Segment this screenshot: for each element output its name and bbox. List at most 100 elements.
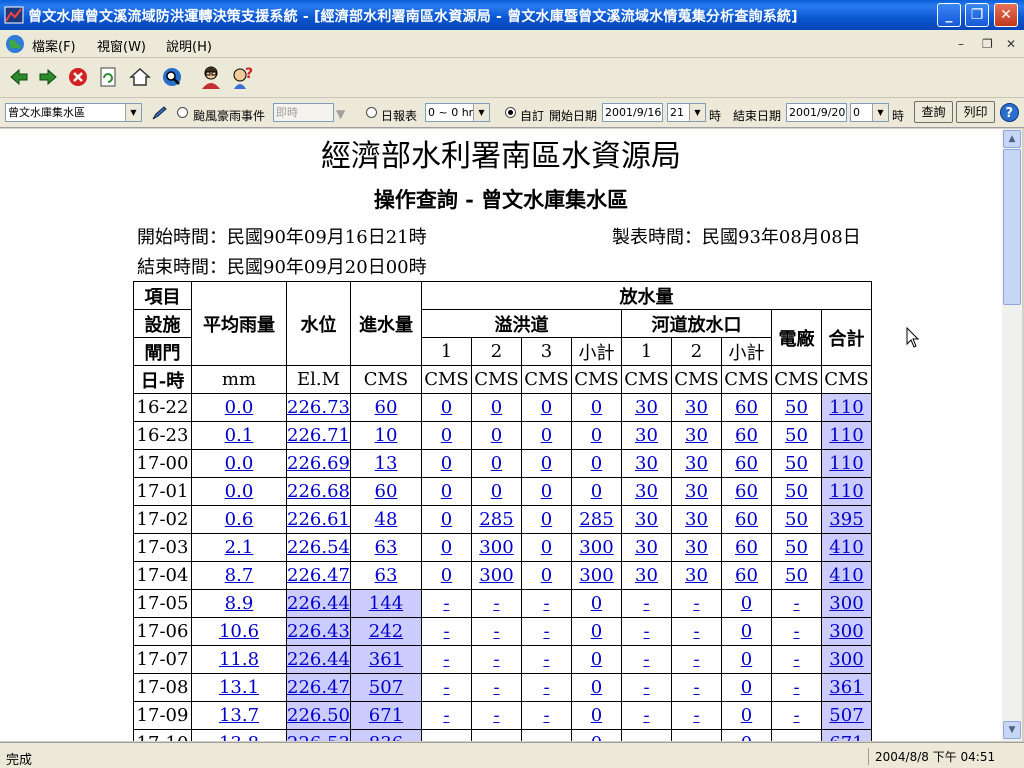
cell-link[interactable]: 0: [541, 453, 552, 474]
cell-link[interactable]: 361: [829, 677, 863, 698]
cell-link[interactable]: 60: [735, 453, 758, 474]
cell-link[interactable]: 50: [785, 425, 808, 446]
cell-link[interactable]: 0: [441, 397, 452, 418]
cell-link[interactable]: -: [693, 593, 699, 614]
cell-link[interactable]: 242: [369, 621, 403, 642]
cell-link[interactable]: 60: [735, 481, 758, 502]
user-button[interactable]: [196, 62, 226, 92]
cell-link[interactable]: 60: [375, 481, 398, 502]
cell-link[interactable]: 300: [579, 565, 613, 586]
cell-link[interactable]: -: [693, 649, 699, 670]
cell-link[interactable]: 0: [591, 425, 602, 446]
vertical-scrollbar[interactable]: ▲ ▼: [1002, 129, 1022, 741]
cell-link[interactable]: 0: [741, 733, 752, 741]
cell-link[interactable]: 0.1: [225, 425, 254, 446]
cell-link[interactable]: 10.6: [219, 621, 259, 642]
cell-link[interactable]: 0: [541, 425, 552, 446]
cell-link[interactable]: -: [443, 733, 449, 741]
cell-link[interactable]: -: [443, 705, 449, 726]
cell-link[interactable]: 30: [685, 397, 708, 418]
cell-link[interactable]: 226.54: [287, 537, 350, 558]
help-button[interactable]: ?: [228, 62, 258, 92]
mdi-minimize-button[interactable]: –: [958, 37, 964, 51]
cell-link[interactable]: 50: [785, 397, 808, 418]
cell-link[interactable]: 50: [785, 509, 808, 530]
cell-link[interactable]: 226.47: [287, 677, 350, 698]
cell-link[interactable]: 0: [591, 481, 602, 502]
cell-link[interactable]: 410: [829, 537, 863, 558]
end-date-input[interactable]: 2001/9/20: [786, 103, 847, 122]
cell-link[interactable]: 8.7: [225, 565, 254, 586]
cell-link[interactable]: 30: [685, 453, 708, 474]
cell-link[interactable]: 226.44: [287, 649, 350, 670]
cell-link[interactable]: -: [543, 733, 549, 741]
cell-link[interactable]: 63: [375, 565, 398, 586]
end-hour-select[interactable]: 0 ▼: [850, 103, 889, 122]
cell-link[interactable]: 8.9: [225, 593, 254, 614]
cell-link[interactable]: 30: [685, 425, 708, 446]
cell-link[interactable]: 13.7: [219, 705, 259, 726]
cell-link[interactable]: -: [643, 705, 649, 726]
cell-link[interactable]: 30: [635, 397, 658, 418]
cell-link[interactable]: 60: [735, 509, 758, 530]
cell-link[interactable]: 0: [441, 509, 452, 530]
cell-link[interactable]: -: [493, 705, 499, 726]
area-select[interactable]: 曾文水庫集水區 ▼: [5, 103, 142, 122]
cell-link[interactable]: -: [793, 705, 799, 726]
cell-link[interactable]: 50: [785, 453, 808, 474]
cell-link[interactable]: 0: [741, 677, 752, 698]
cell-link[interactable]: 60: [375, 397, 398, 418]
cell-link[interactable]: 0: [741, 705, 752, 726]
cell-link[interactable]: 0.0: [225, 481, 254, 502]
cell-link[interactable]: 0: [591, 733, 602, 741]
cell-link[interactable]: 0: [541, 565, 552, 586]
menu-help[interactable]: 說明(H): [166, 36, 212, 55]
cell-link[interactable]: 0: [491, 397, 502, 418]
maximize-button[interactable]: ❐: [965, 3, 989, 27]
cell-link[interactable]: 507: [369, 677, 403, 698]
cell-link[interactable]: 110: [829, 425, 863, 446]
cell-link[interactable]: -: [793, 677, 799, 698]
cell-link[interactable]: 0.0: [225, 453, 254, 474]
report-view[interactable]: 經濟部水利署南區水資源局 操作查詢 - 曾文水庫集水區 開始時間：民國90年09…: [0, 129, 1002, 741]
cell-link[interactable]: -: [643, 677, 649, 698]
cell-link[interactable]: 110: [829, 397, 863, 418]
cell-link[interactable]: 30: [685, 565, 708, 586]
cell-link[interactable]: 0: [491, 453, 502, 474]
cell-link[interactable]: 30: [685, 509, 708, 530]
cell-link[interactable]: 0: [491, 481, 502, 502]
cell-link[interactable]: -: [493, 649, 499, 670]
cell-link[interactable]: -: [693, 705, 699, 726]
cell-link[interactable]: -: [543, 621, 549, 642]
cell-link[interactable]: -: [443, 593, 449, 614]
cell-link[interactable]: 300: [479, 537, 513, 558]
cell-link[interactable]: 671: [829, 733, 863, 741]
cell-link[interactable]: 0: [591, 705, 602, 726]
close-button[interactable]: ✕: [994, 3, 1018, 27]
start-hour-select[interactable]: 21 ▼: [667, 103, 706, 122]
cell-link[interactable]: 60: [735, 565, 758, 586]
help-icon[interactable]: ?: [999, 102, 1020, 123]
scroll-thumb[interactable]: [1003, 149, 1021, 305]
cell-link[interactable]: 0: [741, 593, 752, 614]
cell-link[interactable]: -: [643, 593, 649, 614]
menu-window[interactable]: 視窗(W): [97, 36, 146, 55]
cell-link[interactable]: -: [693, 733, 699, 741]
daily-radio[interactable]: [366, 107, 377, 118]
cell-link[interactable]: 0: [591, 453, 602, 474]
cell-link[interactable]: 30: [685, 537, 708, 558]
cell-link[interactable]: -: [793, 733, 799, 741]
back-button[interactable]: [4, 62, 34, 92]
cell-link[interactable]: 110: [829, 453, 863, 474]
cell-link[interactable]: 30: [635, 537, 658, 558]
cell-link[interactable]: 0.0: [225, 397, 254, 418]
home-button[interactable]: [125, 62, 155, 92]
mdi-restore-button[interactable]: ❐: [982, 37, 993, 51]
cell-link[interactable]: 0: [591, 677, 602, 698]
cell-link[interactable]: -: [493, 677, 499, 698]
cell-link[interactable]: 226.47: [287, 565, 350, 586]
cell-link[interactable]: 0: [741, 621, 752, 642]
cell-link[interactable]: 11.8: [219, 649, 259, 670]
refresh-button[interactable]: [93, 62, 123, 92]
cell-link[interactable]: -: [443, 677, 449, 698]
